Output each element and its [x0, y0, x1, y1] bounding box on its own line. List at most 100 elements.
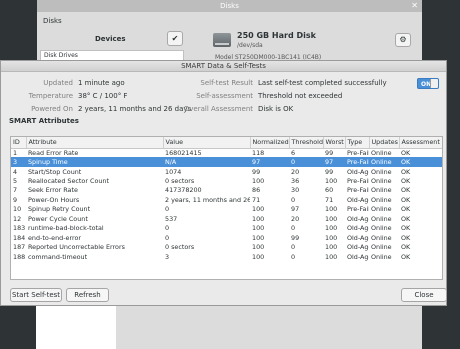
table-row[interactable]: 7 Seek Error Rate 417378200 86 30 60 Pre-Fail O…: [11, 186, 442, 195]
table-cell: 184: [13, 233, 26, 242]
table-cell: 60: [325, 186, 334, 195]
column-header[interactable]: Worst: [323, 137, 346, 149]
table-cell: Old-Age: [347, 233, 369, 242]
table-cell: Online: [371, 148, 392, 157]
table-cell: Spinup Time: [26, 157, 163, 167]
smart-toggle[interactable]: ON: [417, 78, 439, 89]
table-cell: 7: [13, 186, 18, 195]
close-icon[interactable]: ✕: [411, 1, 418, 11]
table-cell: 99: [325, 167, 334, 176]
column-header[interactable]: Threshold: [289, 137, 324, 149]
self-assessment-value: Threshold not exceeded: [258, 92, 343, 100]
table-cell: 100: [252, 243, 265, 252]
table-cell: Pre-Fail: [347, 177, 369, 186]
table-cell: 100: [252, 233, 265, 242]
table-cell: 168021415: [165, 148, 202, 157]
toggle-knob[interactable]: [430, 79, 438, 88]
table-cell: 1074: [165, 167, 182, 176]
table-cell: Power Cycle Count: [28, 214, 88, 223]
dialog-title: SMART Data & Self-Tests: [181, 62, 266, 70]
dialog-titlebar: SMART Data & Self-Tests: [1, 61, 446, 72]
column-header[interactable]: Attribute: [26, 137, 164, 149]
table-cell: OK: [399, 157, 442, 167]
table-cell: 100: [325, 177, 338, 186]
table-cell: Seek Error Rate: [28, 186, 78, 195]
drive-device: /dev/sda: [237, 42, 263, 49]
table-cell: Old-Age: [347, 252, 369, 261]
table-cell: Pre-Fail: [345, 157, 369, 167]
check-icon[interactable]: ✔: [167, 31, 183, 46]
table-row[interactable]: 187 Reported Uncorrectable Errors 0 sector…: [11, 242, 442, 252]
overall-assessment-value: Disk is OK: [258, 105, 294, 113]
table-body: 1 Read Error Rate 168021415 118 6 99 Pre-Fail O…: [11, 148, 442, 261]
table-cell: Pre-Fail: [347, 186, 369, 195]
table-cell: 537: [165, 214, 178, 223]
table-row[interactable]: 4 Start/Stop Count 1074 99 20 99 Old-AgeOnline…: [11, 167, 442, 176]
table-cell: 188: [13, 252, 26, 261]
table-cell: OK: [401, 233, 411, 242]
table-cell: 12: [13, 214, 22, 223]
app-menu[interactable]: Disks: [43, 17, 62, 25]
column-header[interactable]: Normalized: [250, 137, 290, 149]
table-cell: Old-Age: [347, 214, 369, 223]
table-cell: Online: [371, 205, 392, 214]
table-cell: OK: [401, 167, 411, 176]
table-cell: OK: [401, 243, 411, 252]
table-cell: 187: [13, 243, 26, 252]
close-button[interactable]: Close: [401, 288, 447, 302]
table-row[interactable]: 188command-timeout 3 100 0 100 Old-AgeOnline O…: [11, 252, 442, 261]
table-cell: Start/Stop Count: [28, 167, 82, 176]
table-cell: 0: [291, 224, 296, 233]
table-row[interactable]: 9 Power-On Hours 2 years, 11 months and 26…: [11, 195, 442, 204]
overall-assessment-label: Overall Assessment: [183, 105, 253, 113]
table-cell: 0: [291, 195, 296, 204]
table-cell: 30: [291, 186, 300, 195]
table-cell: 0 sectors: [165, 177, 195, 186]
table-cell: 99: [252, 167, 261, 176]
table-row[interactable]: 12 Power Cycle Count 537 100 20 100 Old-AgeOnl…: [11, 214, 442, 223]
table-cell: Reallocated Sector Count: [28, 177, 109, 186]
table-cell: end-to-end-error: [28, 233, 82, 242]
devices-label: Devices: [95, 35, 126, 43]
table-cell: OK: [401, 186, 411, 195]
gear-icon[interactable]: ⚙: [395, 33, 411, 47]
table-cell: 0: [291, 243, 296, 252]
table-row[interactable]: 183 runtime-bad-block-total 0 100 0 100 Old-Ag…: [11, 224, 442, 233]
table-row[interactable]: 10 Spinup Retry Count 0 100 97 100 Pre-Fail Onl…: [11, 205, 442, 214]
column-header[interactable]: Updates: [369, 137, 400, 149]
column-header[interactable]: Value: [163, 137, 251, 149]
table-cell: OK: [401, 148, 411, 157]
table-cell: 183: [13, 224, 26, 233]
table-cell: 100: [325, 243, 338, 252]
table-cell: 97: [291, 205, 300, 214]
table-cell: 3: [165, 252, 170, 261]
column-header[interactable]: Assessment: [399, 137, 442, 149]
table-cell: 100: [252, 177, 265, 186]
smart-attributes-table[interactable]: ID Attribute Value Normalized Threshold Worst…: [10, 136, 443, 280]
table-cell: Online: [371, 224, 392, 233]
table-row[interactable]: 184end-to-end-error 0 100 99 100 Old-AgeOnlin…: [11, 233, 442, 242]
table-cell: 71: [325, 195, 334, 204]
table-cell: Online: [371, 243, 392, 252]
table-cell: 10: [13, 205, 22, 214]
self-test-value: Last self-test completed successfully: [258, 79, 387, 87]
table-cell: 86: [252, 186, 261, 195]
smart-dialog: SMART Data & Self-Tests Updated 1 minute…: [0, 60, 447, 306]
start-self-test-button[interactable]: Start Self-test: [10, 288, 62, 302]
column-header[interactable]: ID: [11, 137, 27, 149]
table-cell: OK: [401, 224, 411, 233]
table-cell: 100: [325, 205, 338, 214]
table-cell: 36: [291, 177, 300, 186]
table-row[interactable]: 1 Read Error Rate 168021415 118 6 99 Pre-Fail O…: [11, 148, 442, 157]
column-header[interactable]: Type: [345, 137, 370, 149]
refresh-button[interactable]: Refresh: [66, 288, 109, 302]
table-cell: 100: [325, 233, 338, 242]
table-cell: 100: [252, 224, 265, 233]
table-cell: 5: [13, 177, 18, 186]
table-cell: 100: [252, 214, 265, 223]
table-cell: 0: [165, 205, 170, 214]
table-cell: 97: [323, 157, 345, 167]
table-row[interactable]: 3 Spinup Time N/A 97 0 97 Pre-Fail Online OK: [11, 157, 442, 167]
table-cell: Reported Uncorrectable Errors: [28, 243, 125, 252]
table-row[interactable]: 5 Reallocated Sector Count 0 sectors 100 36 1…: [11, 176, 442, 186]
